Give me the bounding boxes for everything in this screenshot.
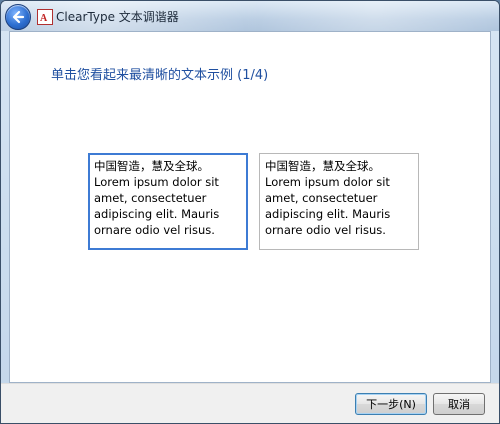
wizard-content: 单击您看起来最清晰的文本示例 (1/4) 中国智造，慧及全球。 Lorem ip… [9,31,491,383]
title-bar: A ClearType 文本调谐器 [1,1,499,31]
page-heading: 单击您看起来最清晰的文本示例 (1/4) [51,68,269,83]
text-sample-2[interactable]: 中国智造，慧及全球。 Lorem ipsum dolor sit amet, c… [259,153,419,250]
back-button[interactable] [5,4,31,30]
sample-latin-text: Lorem ipsum dolor sit amet, consectetuer… [265,175,391,237]
cleartype-app-icon: A [37,9,53,25]
button-bar: 下一步(N) 取消 [1,383,499,423]
cancel-button[interactable]: 取消 [433,393,485,415]
window-title: ClearType 文本调谐器 [56,10,179,24]
sample-latin-text: Lorem ipsum dolor sit amet, consectetuer… [94,175,220,237]
svg-text:A: A [40,13,48,23]
cleartype-tuner-window: A ClearType 文本调谐器 单击您看起来最清晰的文本示例 (1/4) 中… [0,0,500,424]
text-sample-1[interactable]: 中国智造，慧及全球。 Lorem ipsum dolor sit amet, c… [88,153,248,250]
sample-chinese-text: 中国智造，慧及全球。 [94,159,209,173]
sample-chinese-text: 中国智造，慧及全球。 [265,159,380,173]
back-arrow-icon [12,10,25,24]
next-button[interactable]: 下一步(N) [355,393,427,415]
